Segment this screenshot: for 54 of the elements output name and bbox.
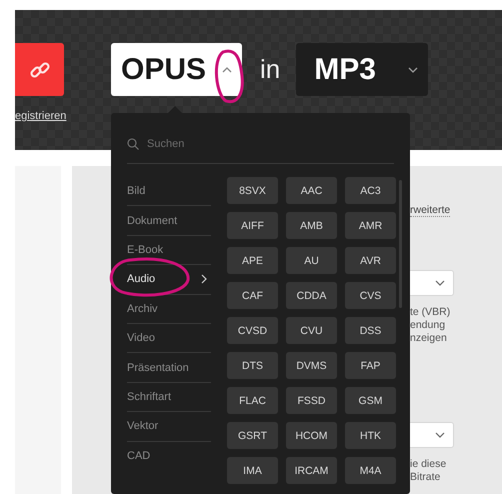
category-item[interactable]: Vektor [127,412,211,442]
format-button[interactable]: CVU [286,317,337,344]
hint-text: ie diese [410,458,446,471]
format-button[interactable]: CVSD [227,317,278,344]
category-item[interactable]: CAD [127,442,211,471]
format-button[interactable]: CAF [227,282,278,309]
format-button[interactable]: CVS [345,282,396,309]
caret-icon [408,66,418,74]
format-button[interactable]: FSSD [286,387,337,414]
format-button[interactable]: HTK [345,422,396,449]
format-button[interactable]: DVMS [286,352,337,379]
format-button[interactable]: AMR [345,212,396,239]
search-icon [127,138,139,150]
category-item[interactable]: Bild [127,177,211,206]
chevron-right-icon [201,274,207,284]
format-button[interactable]: 8SVX [227,177,278,204]
chevron-down-icon [435,432,445,438]
format-button[interactable]: AC3 [345,177,396,204]
format-button[interactable]: IMA [227,457,278,484]
format-button[interactable]: APE [227,247,278,274]
category-item[interactable]: Präsentation [127,353,211,383]
format-button[interactable]: DSS [345,317,396,344]
format-button[interactable]: AMB [286,212,337,239]
chevron-down-icon [435,280,445,286]
format-button[interactable]: HCOM [286,422,337,449]
format-button[interactable]: AU [286,247,337,274]
hint-text: endung [410,319,446,332]
format-button[interactable]: DTS [227,352,278,379]
hint-text: nzeigen [410,332,448,345]
link-button[interactable] [15,43,64,96]
joiner-text: in [260,54,280,85]
hint-text: te (VBR) [410,306,450,319]
category-item[interactable]: Video [127,324,211,354]
format-button[interactable]: AAC [286,177,337,204]
category-item[interactable]: Audio [127,265,211,295]
format-button[interactable]: FAP [345,352,396,379]
source-format-select[interactable]: OPUS [111,43,242,96]
format-button[interactable]: GSRT [227,422,278,449]
format-button[interactable]: GSM [345,387,396,414]
target-format-select[interactable]: MP3 [296,43,428,96]
format-button[interactable]: FLAC [227,387,278,414]
search-field[interactable]: Suchen [145,137,349,151]
caret-icon [222,66,232,74]
category-item[interactable]: Archiv [127,294,211,324]
format-button[interactable]: M4A [345,457,396,484]
category-item[interactable]: Schriftart [127,382,211,412]
format-button[interactable]: AVR [345,247,396,274]
category-item[interactable]: E-Book [127,236,211,266]
category-item[interactable]: Dokument [127,206,211,236]
register-link[interactable]: egistrieren [15,110,75,122]
format-button[interactable]: CDDA [286,282,337,309]
hint-text: Bitrate [410,471,442,484]
format-button[interactable]: IRCAM [286,457,337,484]
format-button[interactable]: AIFF [227,212,278,239]
